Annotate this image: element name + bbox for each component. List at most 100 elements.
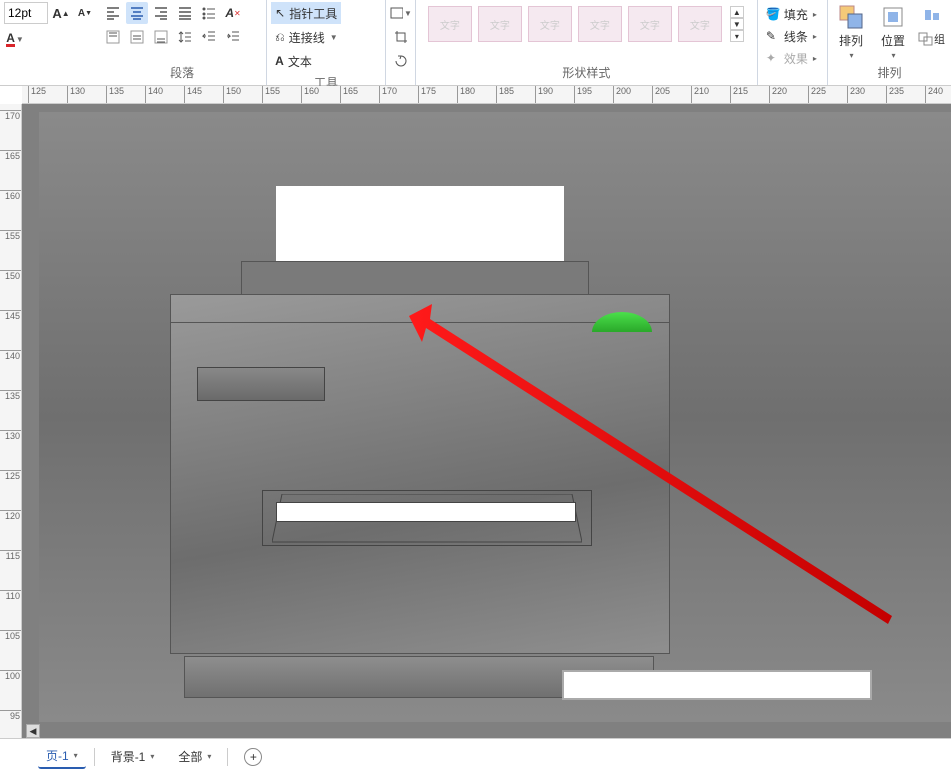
chevron-more-icon[interactable]: ▾ <box>730 30 744 42</box>
align-left-icon[interactable] <box>102 2 124 24</box>
ruler-tick: 160 <box>301 86 319 104</box>
chevron-down-icon[interactable]: ▼ <box>730 18 744 30</box>
pointer-tool-button[interactable]: ↖ 指针工具 <box>271 2 341 24</box>
paragraph-group: A✕ 段落 <box>98 0 267 85</box>
bullets-icon[interactable] <box>198 2 220 24</box>
ruler-tick: 165 <box>340 86 358 104</box>
style-pager[interactable]: ▲ ▼ ▾ <box>730 6 744 42</box>
font-group-partial: A▲ A▼ A▼ <box>0 0 98 85</box>
ribbon: A▲ A▼ A▼ A✕ <box>0 0 951 86</box>
style-swatch[interactable]: 文字 <box>578 6 622 42</box>
style-swatch[interactable]: 文字 <box>478 6 522 42</box>
rect-tool-icon[interactable]: ▼ <box>390 2 412 24</box>
style-swatch[interactable]: 文字 <box>528 6 572 42</box>
font-size-input[interactable] <box>4 2 48 24</box>
ruler-tick: 205 <box>652 86 670 104</box>
ruler-tick: 100 <box>0 670 22 681</box>
ruler-tick: 155 <box>262 86 280 104</box>
ruler-tick: 190 <box>535 86 553 104</box>
ruler-tick: 110 <box>0 590 22 601</box>
printer-tray-white[interactable] <box>562 670 872 700</box>
canvas[interactable] <box>22 104 951 738</box>
printer-screen-shape[interactable] <box>197 367 325 401</box>
group-button[interactable]: 组 <box>916 28 947 50</box>
ruler-tick: 140 <box>0 350 22 361</box>
align-center-icon[interactable] <box>126 2 148 24</box>
ruler-tick: 145 <box>184 86 202 104</box>
bucket-icon: 🪣 <box>766 7 780 21</box>
ruler-tick: 195 <box>574 86 592 104</box>
background-tab[interactable]: 背景-1▾ <box>103 745 163 769</box>
printer-slot-inner[interactable] <box>276 502 576 522</box>
ruler-tick: 170 <box>379 86 397 104</box>
ruler-tick: 130 <box>0 430 22 441</box>
effect-button[interactable]: ✦效果▸ <box>766 48 817 68</box>
valign-bottom-icon[interactable] <box>150 26 172 48</box>
ruler-tick: 175 <box>418 86 436 104</box>
connector-tool-button[interactable]: ⎌ 连接线 ▼ <box>271 26 342 48</box>
ruler-tick: 95 <box>0 710 22 721</box>
scroll-left-icon[interactable]: ◀ <box>26 724 40 738</box>
style-swatch[interactable]: 文字 <box>678 6 722 42</box>
font-grow-icon[interactable]: A▲ <box>50 2 72 24</box>
ruler-tick: 210 <box>691 86 709 104</box>
align-button[interactable] <box>916 4 947 26</box>
ruler-horizontal: 1251301351401451501551601651701751801851… <box>22 86 951 104</box>
align-right-icon[interactable] <box>150 2 172 24</box>
plus-icon: + <box>244 748 262 766</box>
ruler-tick: 215 <box>730 86 748 104</box>
text-tool-button[interactable]: A 文本 <box>271 50 316 72</box>
crop-tool-icon[interactable] <box>390 26 412 48</box>
valign-middle-icon[interactable] <box>126 26 148 48</box>
ruler-tick: 165 <box>0 150 22 161</box>
page-tab[interactable]: 页-1▾ <box>38 745 86 769</box>
printer-body-shape[interactable] <box>170 294 670 654</box>
ruler-tick: 140 <box>145 86 163 104</box>
indent-decrease-icon[interactable] <box>198 26 220 48</box>
style-swatch[interactable]: 文字 <box>628 6 672 42</box>
font-color-button[interactable]: A▼ <box>4 28 26 50</box>
fill-button[interactable]: 🪣填充▸ <box>766 4 817 24</box>
line-spacing-icon[interactable] <box>174 26 196 48</box>
line-button[interactable]: ✎线条▸ <box>766 26 817 46</box>
all-tab[interactable]: 全部▾ <box>170 745 219 769</box>
style-swatch[interactable]: 文字 <box>428 6 472 42</box>
ruler-tick: 105 <box>0 630 22 641</box>
ruler-tick: 180 <box>457 86 475 104</box>
shape-styles-group: 文字 文字 文字 文字 文字 文字 ▲ ▼ ▾ 形状样式 <box>416 0 758 85</box>
effect-icon: ✦ <box>766 51 780 65</box>
ruler-tick: 145 <box>0 310 22 321</box>
ruler-tick: 115 <box>0 550 22 561</box>
ruler-vertical: 1701651601551501451401351301251201151101… <box>0 104 22 738</box>
format-group: 🪣填充▸ ✎线条▸ ✦效果▸ <box>758 0 828 85</box>
ruler-tick: 150 <box>223 86 241 104</box>
align-justify-icon[interactable] <box>174 2 196 24</box>
shape-styles-label: 形状样式 <box>420 62 753 85</box>
ruler-tick: 150 <box>0 270 22 281</box>
ruler-tick: 130 <box>67 86 85 104</box>
ruler-tick: 160 <box>0 190 22 201</box>
add-page-button[interactable]: + <box>236 745 270 769</box>
ruler-tick: 155 <box>0 230 22 241</box>
clear-format-icon[interactable]: A✕ <box>222 2 244 24</box>
pointer-icon: ↖ <box>275 6 285 20</box>
ruler-tick: 135 <box>106 86 124 104</box>
ruler-tick: 200 <box>613 86 631 104</box>
ruler-tick: 125 <box>0 470 22 481</box>
ruler-tick: 120 <box>0 510 22 521</box>
arrange-label: 排列 <box>832 62 947 85</box>
pencil-icon: ✎ <box>766 29 780 43</box>
font-group-label <box>4 65 94 85</box>
rotate-tool-icon[interactable] <box>390 50 412 72</box>
extra-tools: ▼ <box>386 0 416 85</box>
position-button[interactable]: 位置▾ <box>874 2 912 62</box>
indent-increase-icon[interactable] <box>222 26 244 48</box>
ruler-tick: 225 <box>808 86 826 104</box>
arrange-group: 排列▾ 位置▾ 组 排列 <box>828 0 951 85</box>
status-bar: 页-1▾ 背景-1▾ 全部▾ + <box>0 738 951 774</box>
tools-group: ↖ 指针工具 ⎌ 连接线 ▼ A 文本 工具 <box>267 0 386 85</box>
valign-top-icon[interactable] <box>102 26 124 48</box>
arrange-button[interactable]: 排列▾ <box>832 2 870 62</box>
font-shrink-icon[interactable]: A▼ <box>74 2 96 24</box>
chevron-up-icon[interactable]: ▲ <box>730 6 744 18</box>
